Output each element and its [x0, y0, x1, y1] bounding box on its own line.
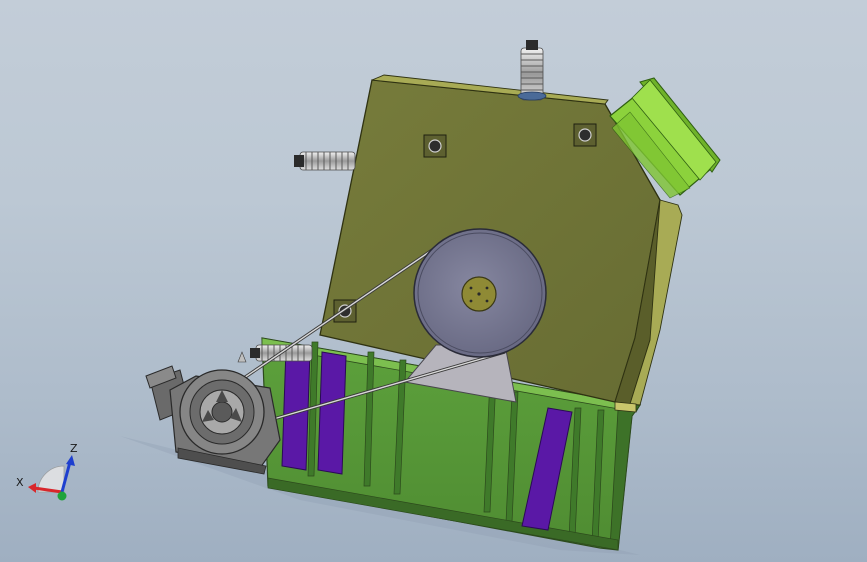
z-axis-label: Z	[70, 442, 78, 455]
axis-triad: X Z	[16, 442, 78, 501]
y-axis-dot	[57, 491, 67, 501]
flywheel-pulley[interactable]	[413, 228, 547, 358]
top-tension-spring[interactable]	[517, 40, 547, 101]
bearing-block-upper-left[interactable]	[423, 134, 447, 158]
graphics-viewport[interactable]: X Z	[0, 0, 867, 562]
z-axis-head	[66, 455, 75, 466]
upper-side-spring[interactable]	[294, 151, 356, 171]
x-axis-label: X	[16, 476, 24, 489]
cad-model-scene[interactable]: X Z	[0, 0, 867, 562]
x-axis-head	[28, 483, 36, 493]
bearing-block-upper-right[interactable]	[573, 123, 597, 147]
drive-motor[interactable]	[145, 351, 281, 475]
purple-panel-2[interactable]	[317, 351, 347, 475]
